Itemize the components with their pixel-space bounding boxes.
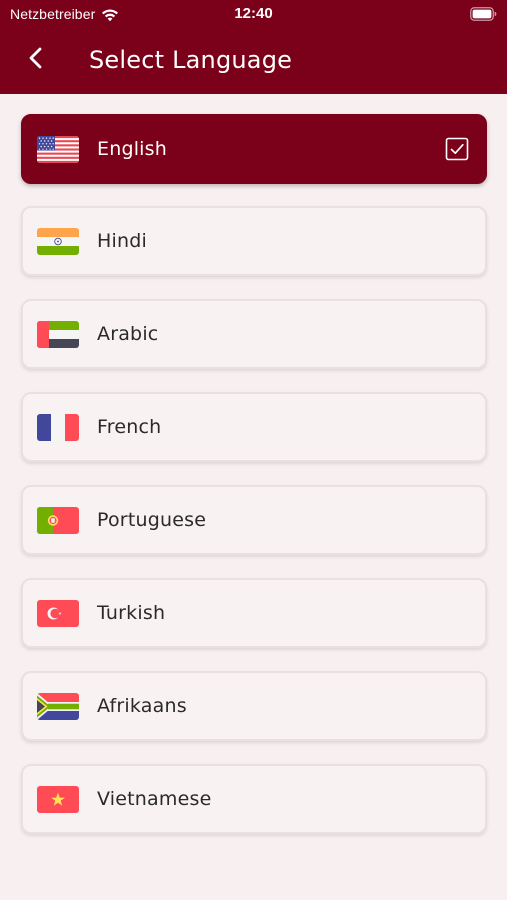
language-label: Portuguese: [97, 509, 207, 531]
status-time: 12:40: [234, 5, 273, 22]
language-item-arabic[interactable]: Arabic: [21, 299, 487, 369]
status-bar: Netzbetreiber 12:40: [0, 0, 507, 28]
south-africa-flag-icon: [37, 692, 79, 720]
language-label: French: [97, 416, 162, 438]
us-flag-icon: [37, 135, 79, 163]
portugal-flag-icon: [37, 506, 79, 534]
app-header: Select Language: [0, 28, 507, 94]
chevron-left-icon: [26, 46, 46, 74]
language-label: English: [97, 138, 168, 160]
vietnam-flag-icon: [37, 785, 79, 813]
india-flag-icon: [37, 227, 79, 255]
language-item-hindi[interactable]: Hindi: [21, 206, 487, 276]
language-item-turkish[interactable]: Turkish: [21, 578, 487, 648]
uae-flag-icon: [37, 320, 79, 348]
language-label: Turkish: [97, 602, 166, 624]
language-label: Arabic: [97, 323, 159, 345]
language-item-portuguese[interactable]: Portuguese: [21, 485, 487, 555]
language-item-english[interactable]: English: [21, 114, 487, 184]
language-label: Hindi: [97, 230, 147, 252]
battery-icon: [470, 6, 497, 21]
language-label: Vietnamese: [97, 788, 212, 810]
turkey-flag-icon: [37, 599, 79, 627]
checkbox-checked-icon[interactable]: [445, 137, 469, 161]
france-flag-icon: [37, 413, 79, 441]
page-title: Select Language: [89, 46, 293, 74]
language-label: Afrikaans: [97, 695, 187, 717]
language-item-french[interactable]: French: [21, 392, 487, 462]
back-button[interactable]: [18, 42, 54, 78]
language-item-afrikaans[interactable]: Afrikaans: [21, 671, 487, 741]
language-item-vietnamese[interactable]: Vietnamese: [21, 764, 487, 834]
